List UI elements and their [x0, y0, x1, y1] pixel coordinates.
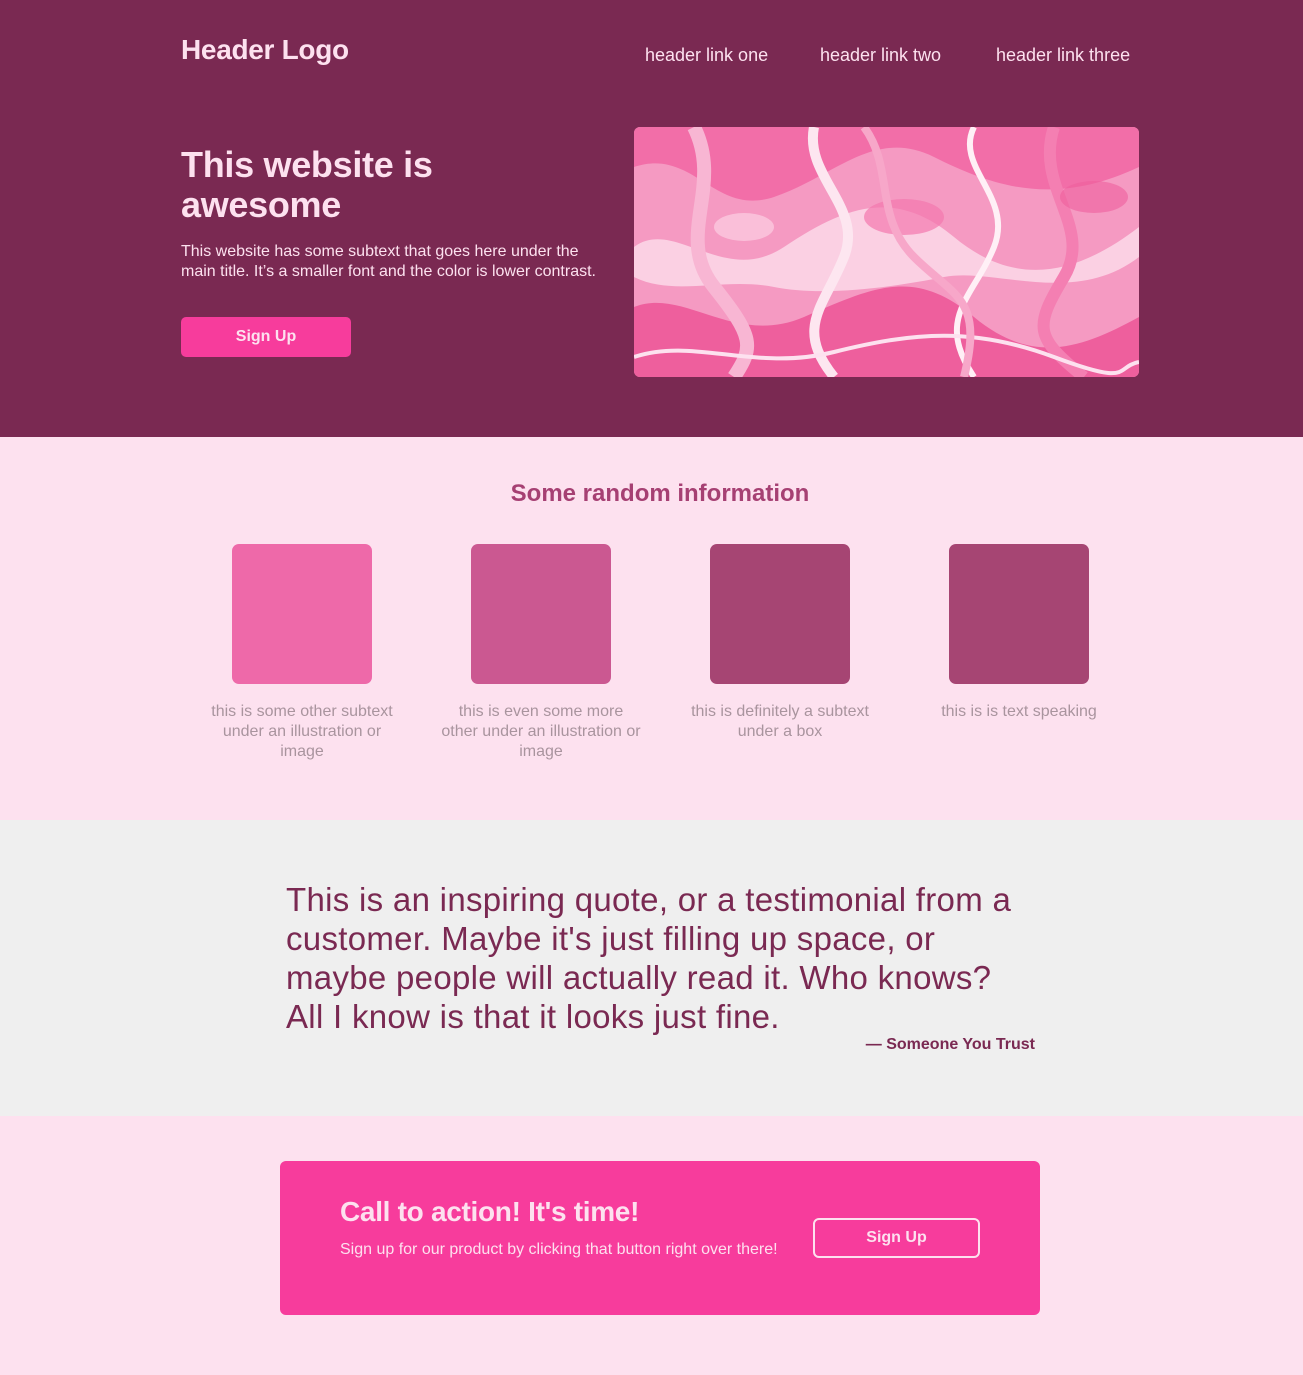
info-card-1: this is some other subtext under an illu… [202, 544, 402, 762]
hero-sign-up-button[interactable]: Sign Up [181, 317, 351, 357]
quote-author: — Someone You Trust [865, 1036, 1035, 1053]
info-section: Some random information this is some oth… [0, 437, 1303, 820]
cta-title: Call to action! It's time! [340, 1196, 640, 1227]
illustration-box [710, 544, 850, 684]
header-link-two[interactable]: header link two [820, 45, 941, 66]
header-logo[interactable]: Header Logo [181, 34, 349, 66]
info-card-2: this is even some more other under an il… [441, 544, 641, 762]
hero-section: Header Logo header link one header link … [0, 0, 1303, 437]
hero-subtitle: This website has some subtext that goes … [181, 243, 596, 280]
illustration-box [949, 544, 1089, 684]
info-card-4: this is is text speaking [919, 544, 1119, 722]
card-caption: this is is text speaking [941, 703, 1097, 720]
header-link-three[interactable]: header link three [996, 45, 1130, 66]
card-caption: this is definitely a subtext under a box [691, 703, 869, 740]
header-link-one[interactable]: header link one [645, 45, 768, 66]
card-caption: this is some other subtext under an illu… [211, 703, 393, 760]
cta-section: Call to action! It's time! Sign up for o… [0, 1116, 1303, 1375]
hero-title: This website is awesome [181, 144, 433, 225]
cta-box: Call to action! It's time! Sign up for o… [280, 1161, 1040, 1315]
card-caption: this is even some more other under an il… [441, 703, 641, 760]
cta-subtitle: Sign up for our product by clicking that… [340, 1241, 778, 1258]
illustration-box [471, 544, 611, 684]
cta-sign-up-button[interactable]: Sign Up [813, 1218, 980, 1258]
hero-marble-image [634, 127, 1139, 377]
quote-section: This is an inspiring quote, or a testimo… [0, 820, 1303, 1116]
info-title: Some random information [510, 480, 810, 507]
testimonial-quote: This is an inspiring quote, or a testimo… [286, 881, 1012, 1035]
illustration-box [232, 544, 372, 684]
pink-marble-illustration [634, 127, 1139, 377]
info-card-3: this is definitely a subtext under a box [680, 544, 880, 742]
